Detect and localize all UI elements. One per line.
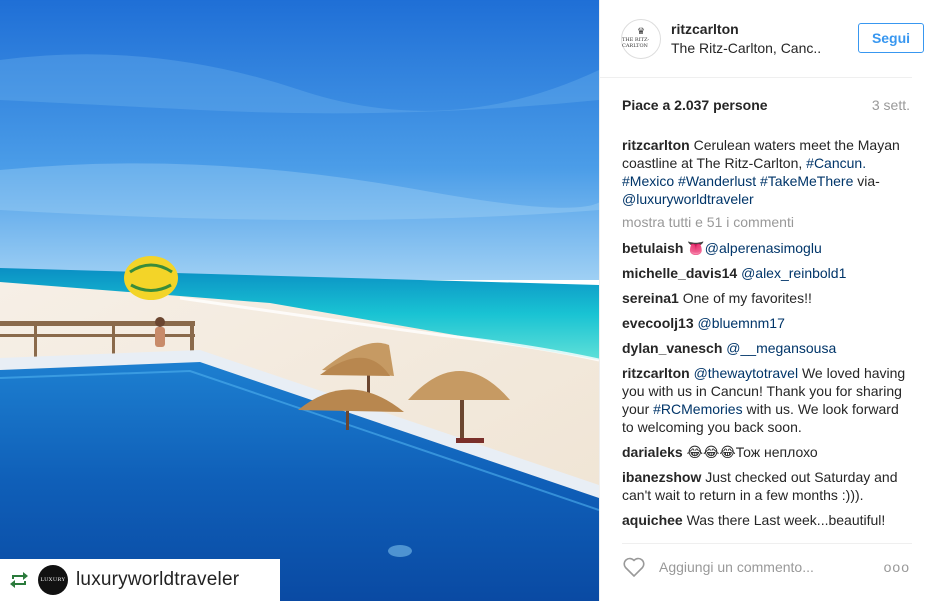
comment-username[interactable]: darialeks	[622, 444, 683, 460]
comment-item: dylan_vanesch @__megansousa	[622, 339, 914, 357]
comment-username[interactable]: aquichee	[622, 512, 683, 528]
comment-item: ritzcarlton @thewaytotravel We loved hav…	[622, 364, 914, 436]
comment-item: aquichee Was there Last week...beautiful…	[622, 511, 914, 529]
crest-icon: ♛	[636, 27, 646, 37]
comment-username[interactable]: dylan_vanesch	[622, 340, 722, 356]
mention-link[interactable]: @alex_reinbold1	[741, 265, 846, 281]
comment-username[interactable]: ritzcarlton	[622, 365, 690, 381]
comment-text: One of my favorites!!	[682, 290, 812, 306]
comment-item: michelle_davis14 @alex_reinbold1	[622, 264, 914, 282]
post-details-panel: ♛ THE RITZ-CARLTON ritzcarlton The Ritz-…	[599, 0, 934, 601]
mention-link[interactable]: @thewaytotravel	[694, 365, 798, 381]
comment-item: betulaish 👅@alperenasimoglu	[622, 239, 914, 257]
comment-item: ibanezshow Just checked out Saturday and…	[622, 468, 914, 504]
heart-icon[interactable]	[622, 556, 646, 578]
more-options-icon[interactable]: ooo	[884, 559, 910, 575]
comment-item: darialeks 😂😂😂Тож неплохо	[622, 443, 914, 461]
comments-list: ritzcarlton Cerulean waters meet the May…	[622, 136, 914, 536]
profile-username[interactable]: ritzcarlton	[671, 21, 821, 37]
repost-credit[interactable]: LUXURY luxuryworldtraveler	[0, 559, 280, 601]
likes-count[interactable]: Piace a 2.037 persone	[622, 97, 768, 113]
mention-link[interactable]: @alperenasimoglu	[705, 240, 822, 256]
post-header: ♛ THE RITZ-CARLTON ritzcarlton The Ritz-…	[600, 0, 924, 78]
caption-via: via-	[857, 173, 880, 189]
repost-avatar[interactable]: LUXURY	[38, 565, 68, 595]
mention-link[interactable]: @__megansousa	[726, 340, 836, 356]
repost-icon	[6, 567, 32, 593]
comment-emoji: 😂😂😂	[686, 444, 736, 460]
comment-item: sereina1 One of my favorites!!	[622, 289, 914, 307]
avatar-brand-text: THE RITZ-CARLTON	[622, 37, 650, 49]
post-photo[interactable]: LUXURY luxuryworldtraveler	[0, 0, 599, 601]
hashtag-link[interactable]: #Mexico	[622, 173, 674, 189]
caption-username[interactable]: ritzcarlton	[622, 137, 690, 153]
location-link[interactable]: The Ritz-Carlton, Canc..	[671, 40, 821, 56]
hashtag-link[interactable]: #RCMemories	[653, 401, 742, 417]
comment-emoji: 👅	[687, 240, 705, 256]
show-all-comments-link[interactable]: mostra tutti e 51 i commenti	[622, 213, 914, 231]
comment-username[interactable]: michelle_davis14	[622, 265, 737, 281]
hashtag-link[interactable]: #Wanderlust	[678, 173, 756, 189]
comment-username[interactable]: sereina1	[622, 290, 679, 306]
hashtag-link[interactable]: #TakeMeThere	[760, 173, 853, 189]
comment-bar: ooo	[622, 543, 912, 589]
comment-username[interactable]: evecoolj13	[622, 315, 694, 331]
repost-username[interactable]: luxuryworldtraveler	[76, 569, 239, 591]
mention-link[interactable]: @luxuryworldtraveler	[622, 191, 754, 207]
post-time[interactable]: 3 sett.	[872, 97, 910, 113]
hashtag-link[interactable]: #Cancun.	[806, 155, 866, 171]
comment-text: Was there Last week...beautiful!	[686, 512, 886, 528]
comment-text: Тож неплохо	[735, 444, 818, 460]
comment-username[interactable]: ibanezshow	[622, 469, 701, 485]
post-stats: Piace a 2.037 persone 3 sett.	[622, 97, 910, 113]
comment-item: evecoolj13 @bluemnm17	[622, 314, 914, 332]
caption: ritzcarlton Cerulean waters meet the May…	[622, 136, 914, 208]
follow-button[interactable]: Segui	[858, 23, 924, 53]
comment-username[interactable]: betulaish	[622, 240, 683, 256]
photo-image	[0, 0, 599, 601]
comment-input[interactable]	[659, 558, 879, 575]
mention-link[interactable]: @bluemnm17	[698, 315, 785, 331]
profile-avatar[interactable]: ♛ THE RITZ-CARLTON	[621, 18, 661, 59]
